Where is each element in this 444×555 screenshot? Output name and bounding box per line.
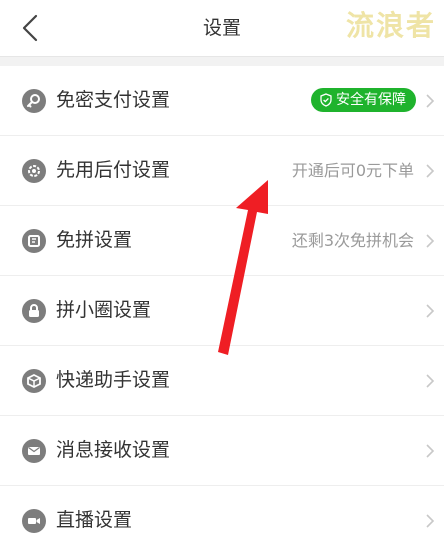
settings-item-password-free-payment[interactable]: 免密支付设置 安全有保障 bbox=[0, 66, 444, 136]
mail-icon bbox=[22, 439, 46, 463]
lock-icon bbox=[22, 299, 46, 323]
shield-check-icon bbox=[320, 93, 332, 107]
settings-item-value: 开通后可0元下单 bbox=[291, 161, 414, 180]
settings-item-label: 消息接收设置 bbox=[56, 439, 171, 461]
chevron-right-icon bbox=[426, 164, 435, 178]
settings-item-value: 还剩3次免拼机会 bbox=[291, 231, 414, 250]
settings-item-free-group[interactable]: 免拼设置 还剩3次免拼机会 bbox=[0, 206, 444, 276]
settings-item-label: 拼小圈设置 bbox=[56, 299, 152, 321]
security-badge-text: 安全有保障 bbox=[336, 92, 406, 108]
settings-item-express-assistant[interactable]: 快递助手设置 bbox=[0, 346, 444, 416]
header-bar: 设置 流浪者 bbox=[0, 0, 444, 57]
gear-icon bbox=[22, 159, 46, 183]
security-badge: 安全有保障 bbox=[311, 88, 416, 112]
chevron-right-icon bbox=[426, 374, 435, 388]
chevron-right-icon bbox=[426, 514, 435, 528]
settings-item-message[interactable]: 消息接收设置 bbox=[0, 416, 444, 486]
video-icon bbox=[22, 509, 46, 533]
chevron-right-icon bbox=[426, 304, 435, 318]
chevron-right-icon bbox=[426, 94, 435, 108]
settings-item-label: 免密支付设置 bbox=[56, 89, 171, 111]
package-icon bbox=[22, 369, 46, 393]
chevron-right-icon bbox=[426, 444, 435, 458]
settings-item-label: 直播设置 bbox=[56, 509, 133, 531]
watermark-logo: 流浪者 bbox=[345, 9, 436, 42]
settings-item-pay-later[interactable]: 先用后付设置 开通后可0元下单 bbox=[0, 136, 444, 206]
settings-item-label: 先用后付设置 bbox=[56, 159, 171, 181]
key-icon bbox=[22, 89, 46, 113]
settings-item-circle[interactable]: 拼小圈设置 bbox=[0, 276, 444, 346]
coupon-icon bbox=[22, 229, 46, 253]
chevron-right-icon bbox=[426, 234, 435, 248]
settings-item-label: 快递助手设置 bbox=[56, 369, 171, 391]
settings-item-label: 免拼设置 bbox=[56, 229, 133, 251]
settings-list: 免密支付设置 安全有保障 先用后付设置 开通后可0元下单 免拼设置 还剩3次免拼… bbox=[0, 66, 444, 555]
settings-item-live[interactable]: 直播设置 bbox=[0, 486, 444, 555]
